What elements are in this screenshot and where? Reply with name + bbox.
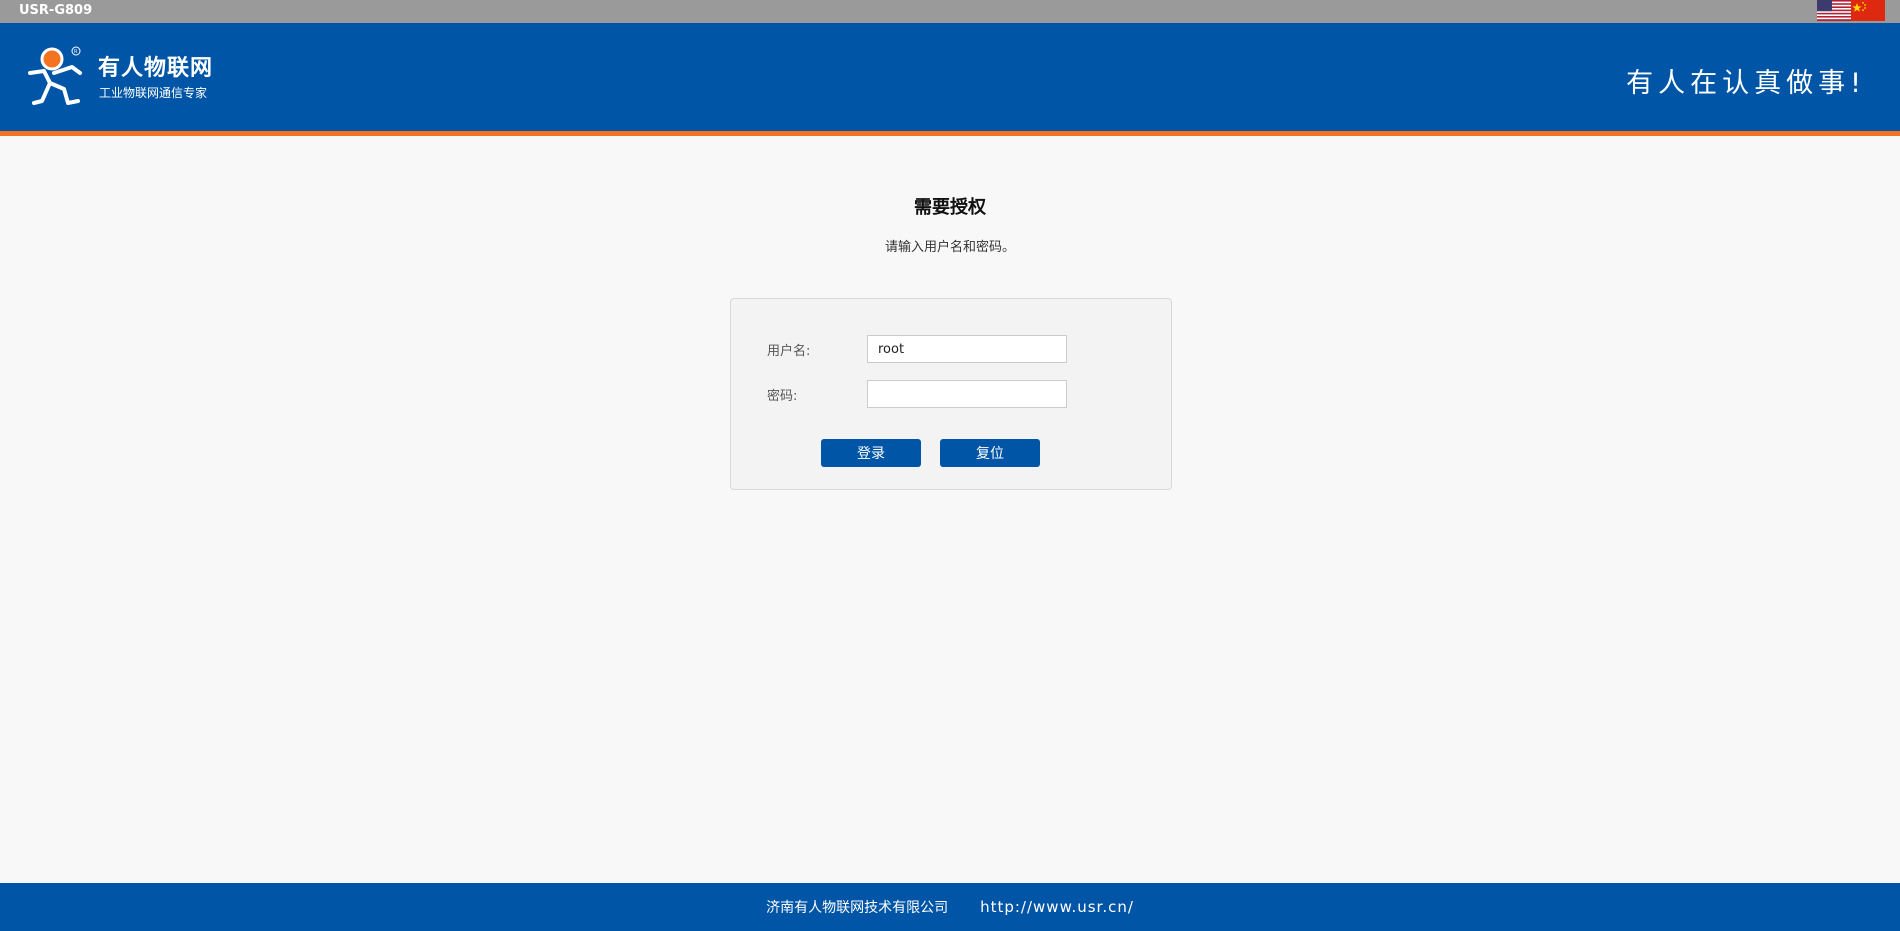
svg-text:R: R <box>74 49 78 55</box>
page-title: 需要授权 <box>914 197 986 218</box>
password-label: 密码: <box>767 389 798 404</box>
username-label: 用户名: <box>767 344 811 359</box>
brand-name: 有人物联网 <box>98 56 214 81</box>
auth-description: 请输入用户名和密码。 <box>884 240 1015 255</box>
username-input[interactable] <box>867 335 1067 363</box>
password-input[interactable] <box>867 380 1067 408</box>
usr-mascot-logo-icon: R <box>28 46 82 105</box>
device-name: USR-G809 <box>19 3 93 18</box>
login-form: 用户名: 密码: 登录 复位 <box>730 298 1172 490</box>
footer-company: 济南有人物联网技术有限公司 <box>766 900 949 916</box>
footer-url-link[interactable]: http://www.usr.cn/ <box>980 898 1134 916</box>
cn-flag-icon[interactable] <box>1851 0 1885 21</box>
reset-button[interactable]: 复位 <box>940 439 1040 467</box>
us-flag-icon[interactable] <box>1817 0 1851 21</box>
top-bar: USR-G809 <box>0 0 1900 23</box>
login-button[interactable]: 登录 <box>821 439 921 467</box>
header-accent-stripe <box>0 131 1900 136</box>
brand-tagline: 工业物联网通信专家 <box>99 86 208 100</box>
slogan: 有人在认真做事! <box>1626 68 1866 99</box>
header-banner: R 有人物联网 工业物联网通信专家 有人在认真做事! <box>0 23 1900 131</box>
footer: 济南有人物联网技术有限公司 http://www.usr.cn/ <box>0 883 1900 931</box>
